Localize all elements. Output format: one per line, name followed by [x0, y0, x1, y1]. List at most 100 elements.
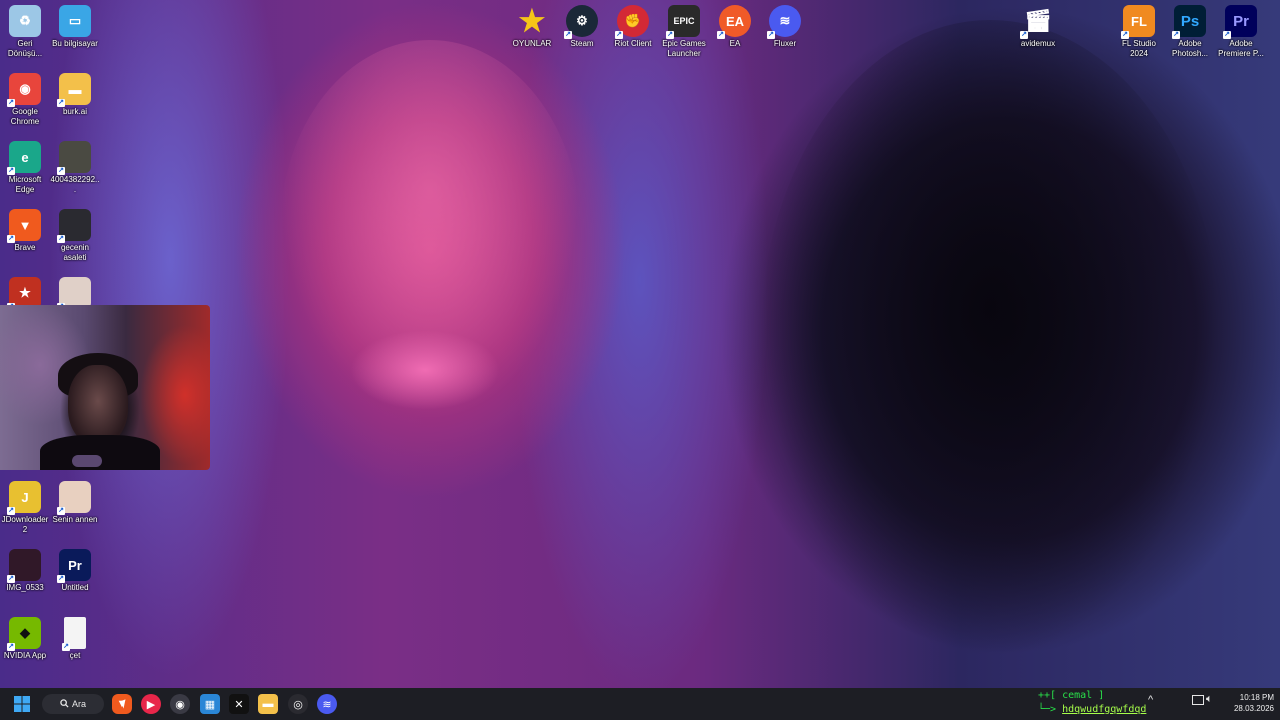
edge-icon: e ↗ [7, 141, 41, 175]
taskbar-camera-app[interactable]: ◉ [170, 694, 190, 714]
terminal-arrow: └─> [1038, 704, 1057, 715]
desktop-icon-label: Fluxer [773, 39, 797, 48]
desktop-icon[interactable]: ↗ 4004382292... [50, 141, 100, 194]
desktop-icon-label: Untitled [61, 583, 89, 592]
desktop-icon-label: JDownloader 2 [1, 515, 49, 534]
image-thumbnail-icon: ↗ [7, 549, 41, 583]
shortcut-arrow-icon: ↗ [666, 31, 674, 39]
desktop-icon[interactable]: ↗ çet [50, 617, 100, 661]
fluxer-icon: ≋ ↗ [767, 5, 801, 39]
desktop-icon-label: Microsoft Edge [8, 175, 42, 194]
start-button[interactable] [12, 694, 32, 714]
desktop-icon-label: avidemux [1020, 39, 1056, 48]
desktop-icon[interactable]: ↗ IMG_0533 [0, 549, 50, 593]
monitor-icon: ▭ [59, 5, 91, 37]
epic-games-icon: EPIC ↗ [666, 5, 700, 39]
shortcut-arrow-icon: ↗ [7, 167, 15, 175]
nvidia-icon: ◆ ↗ [7, 617, 41, 651]
tray-chevron-icon[interactable]: ^ [1148, 694, 1153, 706]
taskbar-photos[interactable]: ▦ [200, 694, 220, 714]
desktop-icon-label: Riot Client [614, 39, 652, 48]
desktop-icon[interactable]: EPIC ↗ Epic Games Launcher [659, 5, 709, 58]
desktop-icon[interactable]: J ↗ JDownloader 2 [0, 481, 50, 534]
shortcut-arrow-icon: ↗ [7, 235, 15, 243]
clapperboard-icon: 🎬︎ ↗ [1020, 8, 1052, 39]
terminal-command-text: hdqwudfgqwfdqd [1062, 704, 1147, 715]
desktop-icon-label: Geri Dönüşü... [7, 39, 43, 58]
desktop-icon-label: çet [69, 651, 81, 660]
desktop-icon[interactable]: Pr ↗ Untitled [50, 549, 100, 593]
desktop-icon[interactable]: e ↗ Microsoft Edge [0, 141, 50, 194]
jdownloader-icon: J ↗ [7, 481, 41, 515]
image-thumbnail-icon: ↗ [57, 141, 91, 175]
desktop-icon-label: Google Chrome [10, 107, 40, 126]
clock-date: 28.03.2026 [1233, 704, 1274, 713]
desktop-icon-label: 4004382292... [50, 175, 100, 194]
desktop-icon-label: Adobe Premiere P... [1218, 39, 1264, 58]
shortcut-arrow-icon: ↗ [62, 643, 70, 651]
desktop-icon[interactable]: ◆ ↗ NVIDIA App [0, 617, 50, 661]
premiere-project-icon: Pr ↗ [57, 549, 91, 583]
shortcut-arrow-icon: ↗ [7, 99, 15, 107]
chrome-icon: ◉ ↗ [7, 73, 41, 107]
taskbar-media-player[interactable]: ▶ [141, 694, 161, 714]
taskbar-fluxer[interactable]: ≋ [317, 694, 337, 714]
terminal-line-user: ++[ cemal ] [1038, 690, 1105, 701]
desktop-icon-label: Bu bilgisayar [52, 39, 98, 48]
desktop-icon-label: EA [729, 39, 741, 48]
taskbar-search[interactable]: Ara [42, 694, 104, 714]
anime-thumbnail-icon: ↗ [57, 481, 91, 515]
star-icon: ★ [518, 4, 546, 38]
shortcut-arrow-icon: ↗ [57, 167, 65, 175]
display-icon[interactable] [1192, 695, 1204, 705]
shortcut-arrow-icon: ↗ [7, 507, 15, 515]
shortcut-arrow-icon: ↗ [7, 575, 15, 583]
desktop-icon-label: NVIDIA App [3, 651, 47, 660]
desktop-icon-label: Brave [14, 243, 36, 252]
volume-icon[interactable]: 🔈︎ [1206, 693, 1213, 706]
desktop-icon[interactable]: ★ OYUNLAR [507, 5, 557, 49]
desktop-icon[interactable]: ↗ Senin annen [50, 481, 100, 525]
premiere-icon: Pr ↗ [1223, 5, 1257, 39]
desktop-icon-label: burk.ai [62, 107, 87, 116]
shortcut-arrow-icon: ↗ [57, 575, 65, 583]
taskbar-file-explorer[interactable]: ▬ [258, 694, 278, 714]
brave-icon: ▼ ↗ [7, 209, 41, 243]
shortcut-arrow-icon: ↗ [57, 235, 65, 243]
desktop-icon-label: FL Studio 2024 [1122, 39, 1156, 58]
desktop-icon[interactable]: FL ↗ FL Studio 2024 [1114, 5, 1164, 58]
desktop-icon[interactable]: Ps ↗ Adobe Photosh... [1165, 5, 1215, 58]
shortcut-arrow-icon: ↗ [717, 31, 725, 39]
desktop-icon[interactable]: 🎬︎ ↗ avidemux [1013, 5, 1063, 49]
search-icon [60, 699, 69, 708]
desktop-icon[interactable]: ⚙ ↗ Steam [557, 5, 607, 49]
desktop-icon[interactable]: EA ↗ EA [710, 5, 760, 49]
desktop-icon[interactable]: ◉ ↗ Google Chrome [0, 73, 50, 126]
desktop-icon[interactable]: ▬ ↗ burk.ai [50, 73, 100, 117]
desktop-icon[interactable]: Pr ↗ Adobe Premiere P... [1216, 5, 1266, 58]
terminal-line-command: └─> hdqwudfgqwfdqd [1038, 703, 1178, 717]
desktop-icon[interactable]: ↗ gecenin asaleti [50, 209, 100, 262]
desktop-icon[interactable]: ♻ Geri Dönüşü... [0, 5, 50, 58]
desktop-icon[interactable]: ✊ ↗ Riot Client [608, 5, 658, 49]
terminal-prompt-widget: ++[ cemal ] └─> hdqwudfgqwfdqd [1038, 689, 1178, 720]
folder-icon: ▬ ↗ [57, 73, 91, 107]
search-label: Ara [72, 699, 87, 709]
windows-icon [14, 696, 30, 712]
shortcut-arrow-icon: ↗ [57, 507, 65, 515]
shortcut-arrow-icon: ↗ [57, 99, 65, 107]
desktop-icon-label: Steam [570, 39, 594, 48]
desktop-icon[interactable]: ▼ ↗ Brave [0, 209, 50, 253]
ea-icon: EA ↗ [717, 5, 751, 39]
taskbar-obs[interactable]: ◎ [288, 694, 308, 714]
image-thumbnail-icon: ↗ [57, 209, 91, 243]
shortcut-arrow-icon: ↗ [1121, 31, 1129, 39]
desktop-icon[interactable]: ≋ ↗ Fluxer [760, 5, 810, 49]
desktop-icon[interactable]: ▭ Bu bilgisayar [50, 5, 100, 49]
photoshop-icon: Ps ↗ [1172, 5, 1206, 39]
taskbar-capcut[interactable]: ✕ [229, 694, 249, 714]
steam-icon: ⚙ ↗ [564, 5, 598, 39]
taskbar-clock[interactable]: 10:18 PM 28.03.2026 [1222, 692, 1274, 714]
clock-time: 10:18 PM [1239, 693, 1274, 702]
fl-studio-icon: FL ↗ [1121, 5, 1155, 39]
